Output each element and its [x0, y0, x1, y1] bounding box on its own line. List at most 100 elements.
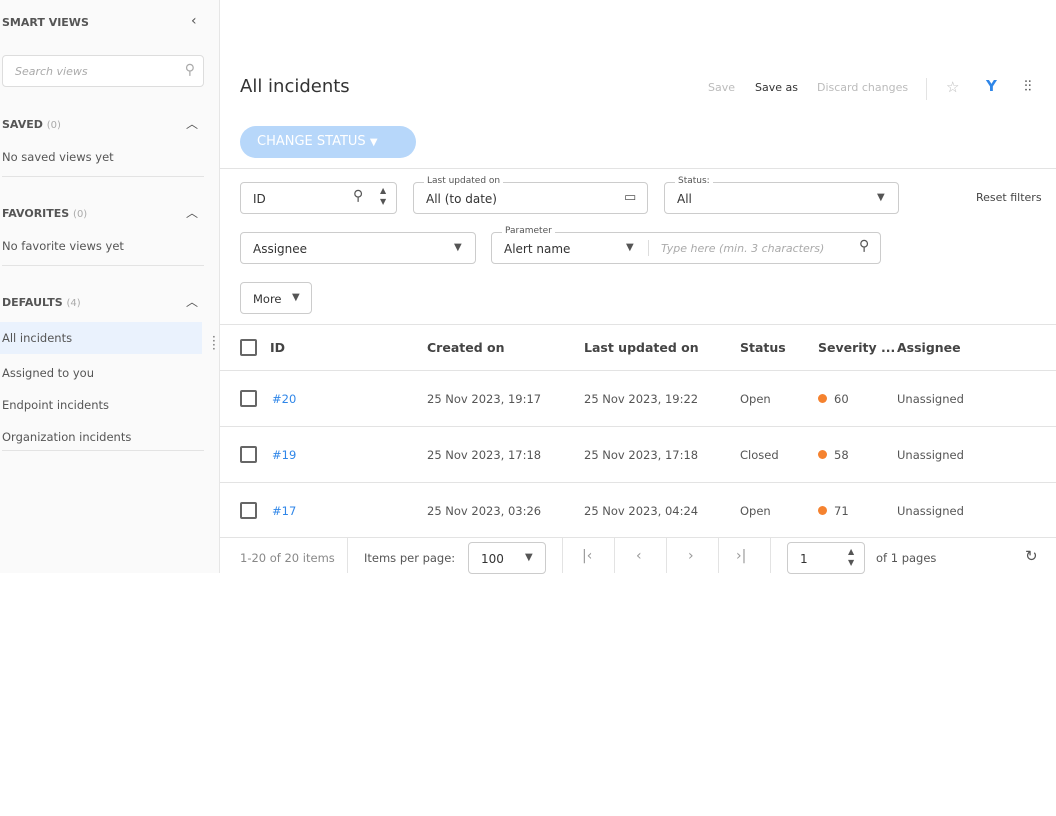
spinner-icon[interactable]: ▲ ▼	[848, 546, 854, 568]
view-all-incidents[interactable]: All incidents	[0, 322, 202, 354]
divider	[666, 538, 667, 573]
parameter-filter[interactable]: Parameter Alert name ▼ Type here (min. 3…	[491, 226, 881, 264]
parameter-search-placeholder[interactable]: Type here (min. 3 characters)	[661, 242, 824, 255]
column-header-status[interactable]: Status	[740, 340, 786, 355]
divider	[220, 324, 1056, 325]
defaults-label: DEFAULTS	[2, 296, 63, 309]
search-icon[interactable]: ⚲	[859, 238, 869, 254]
created-on-cell: 25 Nov 2023, 03:26	[427, 504, 542, 518]
column-header-updated[interactable]: Last updated on	[584, 340, 699, 355]
page-title: All incidents	[240, 76, 350, 97]
column-header-assignee[interactable]: Assignee	[897, 340, 961, 355]
row-checkbox[interactable]	[240, 390, 257, 407]
divider	[220, 168, 1056, 169]
divider	[220, 482, 1056, 483]
favorites-count: (0)	[73, 209, 88, 220]
search-views-input[interactable]: Search views ⚲	[2, 55, 204, 87]
chevron-up-icon[interactable]: ︿	[186, 293, 198, 310]
divider	[220, 370, 1056, 371]
saved-label: SAVED	[2, 118, 43, 131]
severity-value: 60	[834, 392, 849, 406]
reset-filters-button[interactable]: Reset filters	[976, 191, 1042, 204]
status-cell: Open	[740, 504, 771, 518]
status-filter[interactable]: Status: All ▼	[664, 176, 899, 214]
created-on-cell: 25 Nov 2023, 19:17	[427, 392, 542, 406]
change-status-button[interactable]: CHANGE STATUS ▼	[240, 126, 416, 158]
id-filter-input[interactable]: ID ⚲ ▲ ▼	[240, 182, 397, 214]
last-updated-value: All (to date)	[426, 192, 497, 206]
caret-down-icon: ▼	[877, 192, 885, 203]
divider	[614, 538, 615, 573]
divider	[2, 265, 204, 266]
star-icon[interactable]: ☆	[946, 78, 959, 96]
status-cell: Open	[740, 392, 771, 406]
first-page-icon[interactable]: |‹	[582, 548, 592, 564]
spinner-icon[interactable]: ▲ ▼	[380, 185, 386, 207]
parameter-value: Alert name	[504, 242, 571, 256]
divider	[220, 537, 1056, 538]
column-settings-icon[interactable]: ⫶⫶	[1024, 77, 1032, 95]
column-header-id[interactable]: ID	[270, 340, 285, 355]
incident-id-link[interactable]: #19	[272, 448, 296, 462]
column-header-severity[interactable]: Severity ...	[818, 340, 895, 355]
divider	[770, 538, 771, 573]
severity-dot-icon	[818, 506, 827, 515]
filter-icon[interactable]: Y	[986, 77, 997, 95]
page-number-input[interactable]: 1 ▲ ▼	[787, 542, 865, 574]
saved-count: (0)	[46, 120, 61, 131]
incident-id-link[interactable]: #20	[272, 392, 296, 406]
prev-page-icon[interactable]: ‹	[636, 548, 642, 564]
view-endpoint-incidents[interactable]: Endpoint incidents	[2, 389, 204, 421]
smart-views-sidebar: SMART VIEWS ‹ Search views ⚲ SAVED (0) ︿…	[0, 0, 220, 573]
refresh-icon[interactable]: ↻	[1025, 547, 1038, 565]
last-updated-filter[interactable]: Last updated on All (to date) ▭	[413, 176, 648, 214]
save-button[interactable]: Save	[708, 81, 735, 94]
status-label: Status:	[675, 176, 713, 186]
severity-dot-icon	[818, 450, 827, 459]
section-favorites[interactable]: FAVORITES (0)	[2, 207, 87, 220]
more-label: More	[253, 292, 282, 306]
search-icon: ⚲	[353, 188, 364, 204]
resize-handle[interactable]: · · · ·	[212, 331, 216, 355]
discard-changes-button[interactable]: Discard changes	[817, 81, 908, 94]
divider	[2, 176, 204, 177]
divider	[718, 538, 719, 573]
divider	[648, 240, 649, 256]
caret-down-icon: ▼	[525, 552, 533, 563]
more-filters-button[interactable]: More ▼	[240, 282, 312, 314]
created-on-cell: 25 Nov 2023, 17:18	[427, 448, 542, 462]
page-number-value: 1	[800, 552, 808, 566]
severity-value: 71	[834, 504, 849, 518]
assignee-filter[interactable]: Assignee ▼	[240, 232, 476, 264]
row-checkbox[interactable]	[240, 446, 257, 463]
view-assigned-to-you[interactable]: Assigned to you	[2, 357, 204, 389]
incident-id-link[interactable]: #17	[272, 504, 296, 518]
divider	[926, 78, 927, 100]
chevron-up-icon[interactable]: ︿	[186, 204, 198, 221]
chevron-up-icon[interactable]: ︿	[186, 115, 198, 132]
view-organization-incidents[interactable]: Organization incidents	[2, 421, 204, 453]
column-header-created[interactable]: Created on	[427, 340, 505, 355]
collapse-sidebar-icon[interactable]: ‹	[191, 13, 197, 29]
caret-down-icon: ▼	[369, 137, 378, 148]
items-per-page-select[interactable]: 100 ▼	[468, 542, 546, 574]
status-cell: Closed	[740, 448, 779, 462]
section-saved[interactable]: SAVED (0)	[2, 118, 61, 131]
favorites-label: FAVORITES	[2, 207, 70, 220]
assignee-cell: Unassigned	[897, 392, 964, 406]
row-checkbox[interactable]	[240, 502, 257, 519]
updated-on-cell: 25 Nov 2023, 04:24	[584, 504, 699, 518]
select-all-checkbox[interactable]	[240, 339, 257, 356]
updated-on-cell: 25 Nov 2023, 19:22	[584, 392, 699, 406]
severity-cell: 71	[818, 504, 849, 518]
severity-cell: 58	[818, 448, 849, 462]
divider	[347, 538, 348, 573]
divider	[220, 426, 1056, 427]
next-page-icon[interactable]: ›	[688, 548, 694, 564]
last-page-icon[interactable]: ›|	[736, 548, 746, 564]
section-defaults[interactable]: DEFAULTS (4)	[2, 296, 81, 309]
calendar-icon[interactable]: ▭	[624, 190, 636, 205]
sidebar-title: SMART VIEWS	[2, 16, 89, 29]
save-as-button[interactable]: Save as	[755, 81, 798, 94]
assignee-cell: Unassigned	[897, 504, 964, 518]
